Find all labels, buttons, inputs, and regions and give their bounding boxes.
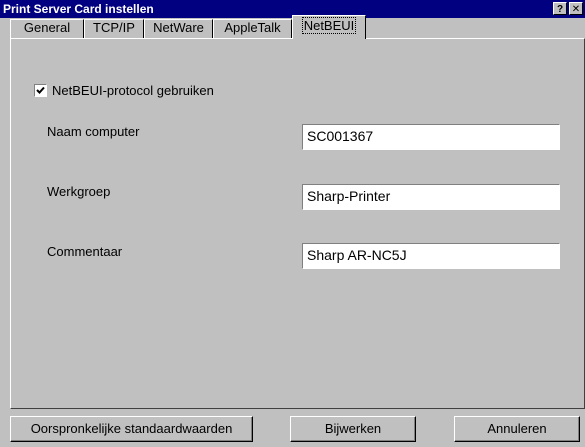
workgroup-label: Werkgroep bbox=[47, 184, 111, 199]
close-button[interactable]: ✕ bbox=[569, 2, 583, 15]
window-title: Print Server Card instellen bbox=[3, 2, 154, 16]
tab-appletalk[interactable]: AppleTalk bbox=[213, 19, 292, 38]
computer-name-field[interactable]: SC001367 bbox=[302, 124, 560, 150]
tab-netbeui-label: NetBEUI bbox=[301, 17, 357, 34]
tab-tcpip[interactable]: TCP/IP bbox=[84, 19, 144, 38]
use-netbeui-label: NetBEUI-protocol gebruiken bbox=[52, 82, 214, 98]
comment-label: Commentaar bbox=[47, 244, 123, 259]
workgroup-field[interactable]: Sharp-Printer bbox=[302, 184, 560, 210]
use-netbeui-option[interactable]: NetBEUI-protocol gebruiken bbox=[34, 82, 214, 98]
use-netbeui-checkbox[interactable] bbox=[34, 83, 47, 97]
computer-name-label: Naam computer bbox=[47, 124, 140, 139]
tab-netbeui[interactable]: NetBEUI bbox=[292, 15, 366, 39]
tab-netware[interactable]: NetWare bbox=[144, 19, 213, 38]
tab-general[interactable]: General bbox=[10, 19, 84, 38]
help-button[interactable]: ? bbox=[553, 2, 567, 15]
restore-defaults-button[interactable]: Oorspronkelijke standaardwaarden bbox=[10, 416, 253, 442]
cancel-button[interactable]: Annuleren bbox=[454, 416, 580, 442]
checkmark-icon bbox=[36, 86, 45, 94]
comment-field[interactable]: Sharp AR-NC5J bbox=[302, 243, 560, 269]
update-button[interactable]: Bijwerken bbox=[290, 416, 416, 442]
